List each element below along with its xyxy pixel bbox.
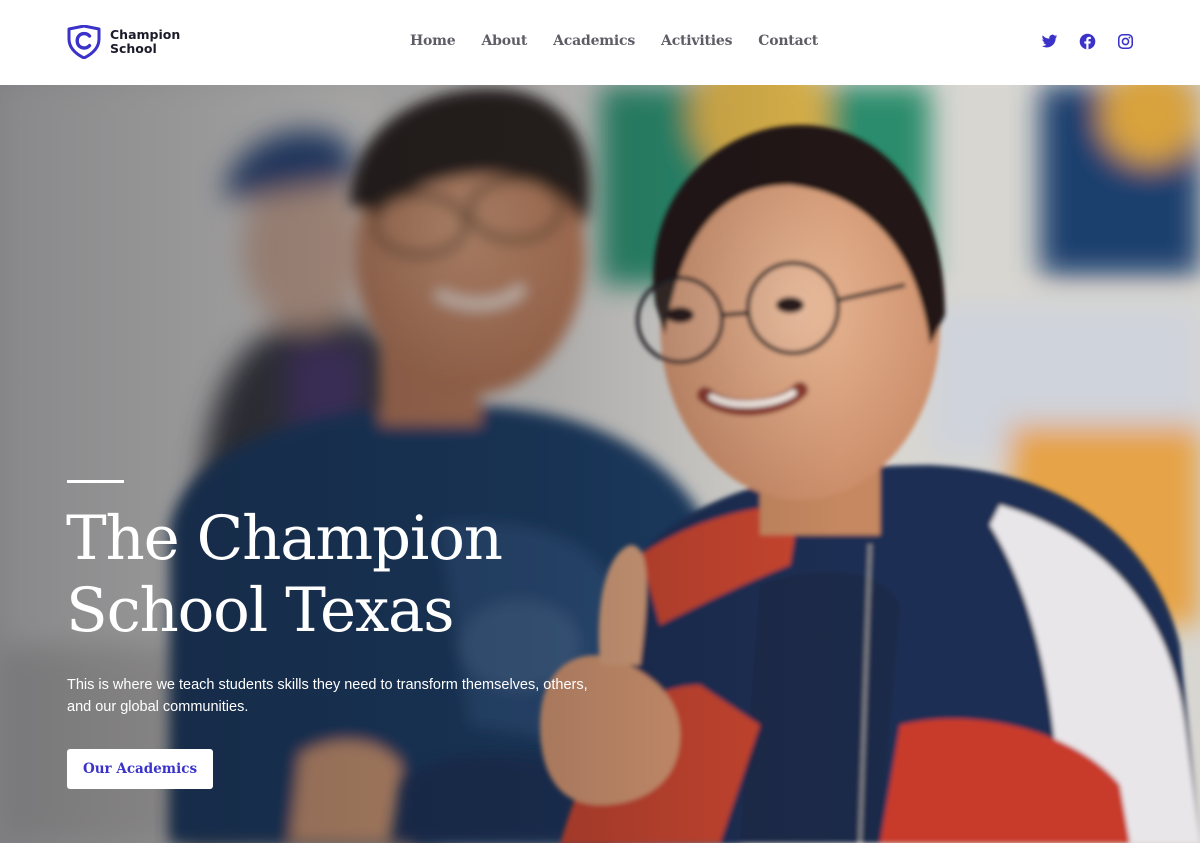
hero-section: The Champion School Texas This is where … [0,85,1200,843]
facebook-icon[interactable] [1079,33,1096,50]
nav-item-academics[interactable]: Academics [553,33,635,49]
nav-item-contact[interactable]: Contact [758,33,818,49]
site-header: Champion School Home About Academics Act… [0,0,1200,85]
main-nav: Home About Academics Activities Contact [410,33,818,49]
hero-title: The Champion School Texas [66,503,626,647]
hero-title-line2: School Texas [66,575,455,646]
nav-item-home[interactable]: Home [410,33,456,49]
shield-logo-icon [67,25,101,59]
hero-overlay [0,85,1200,843]
instagram-icon[interactable] [1117,33,1134,50]
brand-name-line2: School [110,41,157,56]
brand-name: Champion School [110,28,180,56]
brand-logo[interactable]: Champion School [66,25,180,59]
hero-description: This is where we teach students skills t… [67,677,588,715]
nav-item-activities[interactable]: Activities [661,33,732,49]
nav-item-about[interactable]: About [482,33,528,49]
brand-name-line1: Champion [110,27,181,42]
hero-divider [67,480,124,483]
our-academics-button[interactable]: Our Academics [67,749,213,789]
hero-title-line1: The Champion [66,503,503,574]
twitter-icon[interactable] [1041,33,1058,50]
social-links [1041,33,1134,50]
